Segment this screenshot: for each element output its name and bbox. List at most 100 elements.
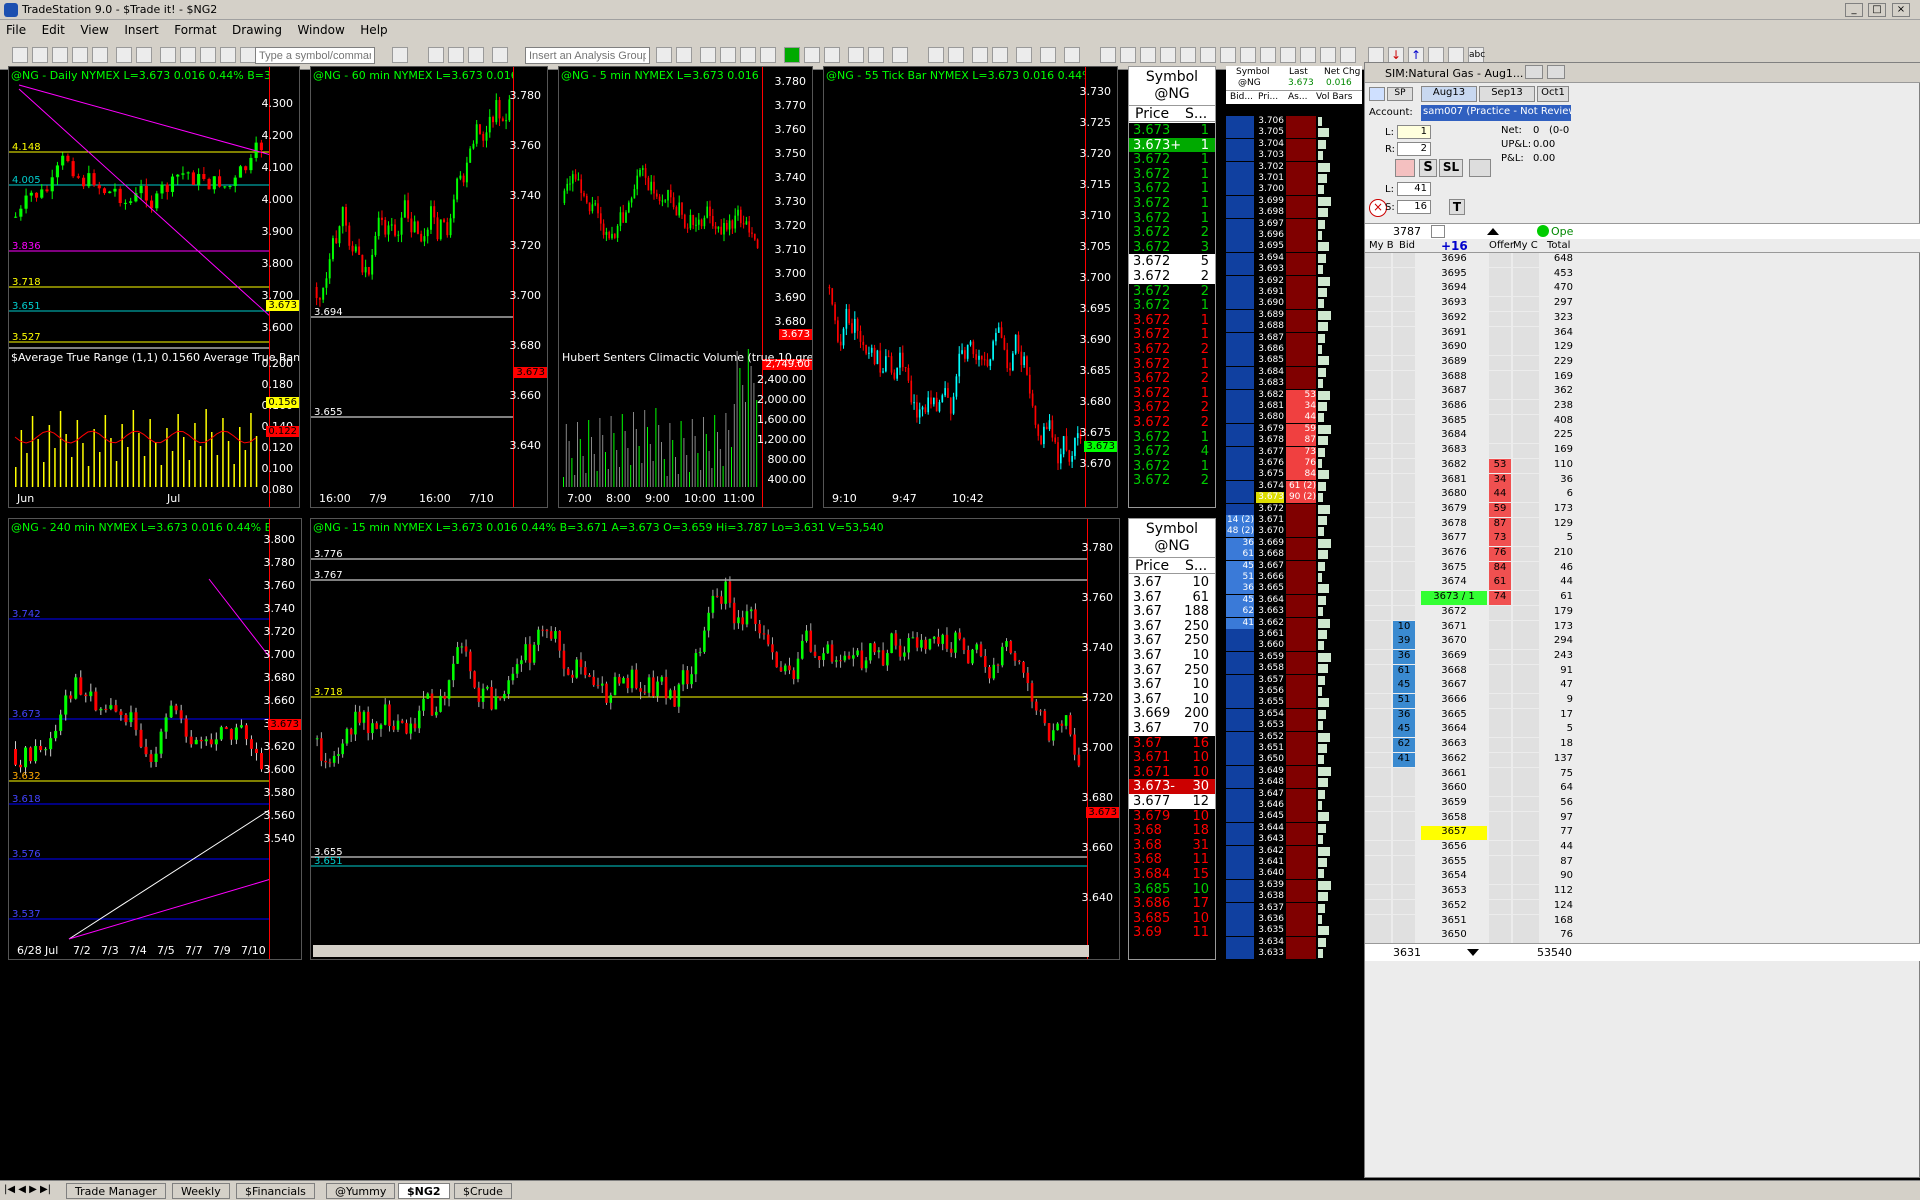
ladder-my-offer[interactable] [1513, 400, 1539, 414]
window-icon[interactable] [160, 47, 176, 63]
ladder-my-offer[interactable] [1513, 914, 1539, 929]
ladder-my-bid[interactable] [1365, 620, 1391, 635]
ladder-bid[interactable] [1393, 341, 1415, 356]
arrow-up-icon[interactable]: ↑ [1408, 47, 1424, 63]
ladder-bid[interactable] [1393, 297, 1415, 312]
eraser-icon[interactable] [1064, 47, 1080, 63]
chart-55tick[interactable]: @NG - 55 Tick Bar NYMEX L=3.673 0.016 0.… [823, 66, 1118, 508]
ladder-offer[interactable] [1489, 796, 1511, 811]
ladder-my-bid[interactable] [1365, 311, 1391, 326]
chart-scrollbar[interactable] [313, 945, 1089, 957]
ladder-my-offer[interactable] [1513, 591, 1539, 606]
ladder-bid[interactable] [1393, 385, 1415, 400]
ladder-offer[interactable] [1489, 752, 1511, 767]
gann-icon[interactable] [1240, 47, 1256, 63]
ladder-bid[interactable]: 45 [1393, 679, 1415, 694]
ladder-bid[interactable] [1393, 311, 1415, 326]
tab-oct[interactable]: Oct1 [1537, 86, 1569, 102]
ladder-bid[interactable] [1393, 782, 1415, 797]
ladder-my-bid[interactable] [1365, 649, 1391, 664]
menu-view[interactable]: View [74, 20, 114, 40]
insert-study-icon[interactable] [656, 47, 672, 63]
ladder-bid[interactable] [1393, 473, 1415, 488]
ladder-my-bid[interactable] [1365, 885, 1391, 900]
zoom-out-icon[interactable] [948, 47, 964, 63]
ladder-my-offer[interactable] [1513, 576, 1539, 591]
ladder-offer[interactable] [1489, 355, 1511, 370]
ladder-bid[interactable]: 36 [1393, 708, 1415, 723]
format-icon[interactable] [700, 47, 716, 63]
ladder-my-bid[interactable] [1365, 694, 1391, 708]
ladder-bid[interactable] [1393, 591, 1415, 606]
ladder-bid[interactable] [1393, 899, 1415, 914]
ladder-my-bid[interactable] [1365, 914, 1391, 929]
ladder-my-bid[interactable] [1365, 385, 1391, 400]
ladder-my-bid[interactable] [1365, 899, 1391, 914]
ladder-bid[interactable] [1393, 517, 1415, 532]
ladder-bid[interactable] [1393, 282, 1415, 297]
ladder-my-offer[interactable] [1513, 752, 1539, 767]
trendline[interactable] [18, 84, 271, 156]
ladder-bid[interactable] [1393, 826, 1415, 841]
ladder-my-offer[interactable] [1513, 796, 1539, 811]
ladder-my-offer[interactable] [1513, 870, 1539, 885]
scroll-down-icon[interactable] [1467, 949, 1479, 956]
ladder-my-bid[interactable] [1365, 591, 1391, 606]
ladder-my-bid[interactable] [1365, 576, 1391, 591]
ladder-bid[interactable] [1393, 488, 1415, 503]
ladder-offer[interactable] [1489, 782, 1511, 797]
stop-button[interactable]: S [1419, 159, 1437, 177]
ladder-offer[interactable] [1489, 679, 1511, 694]
ladder-bid[interactable] [1393, 605, 1415, 620]
gear-icon[interactable] [760, 47, 776, 63]
ladder-bid[interactable]: 62 [1393, 738, 1415, 753]
tools-icon[interactable] [1016, 47, 1032, 63]
ladder-my-bid[interactable] [1365, 679, 1391, 694]
tab-aug13[interactable]: Aug13 [1421, 86, 1477, 102]
save-all-icon[interactable] [72, 47, 88, 63]
ladder-my-offer[interactable] [1513, 444, 1539, 459]
ladder-my-bid[interactable] [1365, 723, 1391, 738]
col-last[interactable]: Last [1289, 67, 1308, 77]
chart-icon[interactable] [428, 47, 444, 63]
ladder-my-offer[interactable] [1513, 738, 1539, 753]
ladder-my-offer[interactable] [1513, 385, 1539, 400]
insert-strategy-icon[interactable] [676, 47, 692, 63]
ladder-offer[interactable] [1489, 694, 1511, 708]
ladder-my-bid[interactable] [1365, 561, 1391, 576]
ladder-bid[interactable]: 45 [1393, 723, 1415, 738]
ladder-offer[interactable] [1489, 899, 1511, 914]
menu-file[interactable]: File [0, 20, 32, 40]
ladder-offer[interactable] [1489, 414, 1511, 429]
ladder-my-bid[interactable] [1365, 767, 1391, 782]
s-input[interactable]: 16 [1397, 200, 1431, 214]
col-vol-bars[interactable]: Vol Bars [1316, 92, 1352, 102]
ladder-bid[interactable] [1393, 561, 1415, 576]
ladder-bid[interactable] [1393, 796, 1415, 811]
ladder-my-bid[interactable] [1365, 502, 1391, 517]
ladder-my-bid[interactable] [1365, 297, 1391, 312]
pointer-icon[interactable] [972, 47, 988, 63]
ladder-bid[interactable] [1393, 914, 1415, 929]
ladder-my-offer[interactable] [1513, 311, 1539, 326]
ladder-offer[interactable] [1489, 297, 1511, 312]
chart-5min[interactable]: @NG - 5 min NYMEX L=3.673 0.016 0.44% B=… [558, 66, 813, 508]
col-offer[interactable]: Offer [1489, 240, 1514, 251]
ladder-my-offer[interactable] [1513, 488, 1539, 503]
ladder-bid[interactable] [1393, 767, 1415, 782]
ladder-my-bid[interactable] [1365, 782, 1391, 797]
globe-icon[interactable] [240, 47, 256, 63]
ladder-my-offer[interactable] [1513, 664, 1539, 679]
advanced-icon[interactable] [1469, 159, 1491, 177]
ladder-bid[interactable] [1393, 547, 1415, 561]
ladder-offer[interactable] [1489, 811, 1511, 826]
ladder-my-bid[interactable] [1365, 414, 1391, 429]
minimize-icon[interactable]: _ [1845, 3, 1863, 17]
ellipse-icon[interactable] [1428, 47, 1444, 63]
ladder-my-bid[interactable] [1365, 811, 1391, 826]
ladder-my-bid[interactable] [1365, 341, 1391, 356]
rectangle-icon[interactable] [1448, 47, 1464, 63]
ladder-bid[interactable] [1393, 532, 1415, 547]
menu-drawing[interactable]: Drawing [226, 20, 288, 40]
ladder-offer[interactable] [1489, 385, 1511, 400]
